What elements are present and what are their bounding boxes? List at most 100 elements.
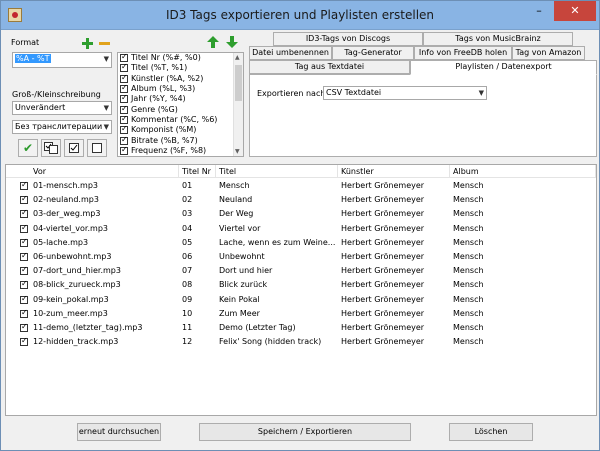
field-list-item[interactable]: Jahr (%Y, %4) (118, 93, 243, 104)
cell-album: Mensch (453, 266, 484, 276)
select-checked-button[interactable] (64, 139, 84, 157)
field-checkbox[interactable] (120, 73, 128, 83)
table-row[interactable]: 09-kein_pokal.mp3 09 Kein Pokal Herbert Grö… (6, 293, 596, 307)
field-checkbox[interactable] (120, 145, 128, 155)
row-checkbox[interactable] (20, 322, 28, 332)
field-checkbox[interactable] (120, 93, 128, 104)
row-checkbox[interactable] (20, 308, 28, 318)
table-row[interactable]: 10-zum_meer.mp3 10 Zum Meer Herbert Gröneme… (6, 307, 596, 321)
cell-album: Mensch (453, 237, 484, 247)
table-row[interactable]: 06-unbewohnt.mp3 06 Unbewohnt Herbert Gröne… (6, 250, 596, 264)
column-header-file[interactable]: Vor (6, 165, 179, 178)
field-list-item[interactable]: Bitrate (%B, %7) (118, 135, 243, 145)
row-checkbox[interactable] (20, 294, 28, 304)
table-row[interactable]: 02-neuland.mp3 02 Neuland Herbert Grönemeye… (6, 193, 596, 207)
add-format-button[interactable] (79, 35, 95, 51)
tab-discogs[interactable]: ID3-Tags von Discogs (273, 32, 423, 46)
table-row[interactable]: 08-blick_zurueck.mp3 08 Blick zurück Herber… (6, 278, 596, 292)
field-list-item[interactable]: Kommentar (%C, %6) (118, 114, 243, 125)
field-checkbox[interactable] (120, 114, 128, 124)
field-checklist[interactable]: Titel Nr (%#, %0)Titel (%T, %1)Künstler … (117, 52, 244, 157)
field-list-item[interactable]: Titel Nr (%#, %0) (118, 53, 243, 63)
table-row[interactable]: 01-mensch.mp3 01 Mensch Herbert Grönemeyer M… (6, 179, 596, 193)
tab-rename-file[interactable]: Datei umbenennen (249, 46, 332, 60)
table-row[interactable]: 05-lache.mp3 05 Lache, wenn es zum Weine..… (6, 236, 596, 250)
field-checkbox[interactable] (120, 104, 128, 114)
field-checkbox[interactable] (120, 124, 128, 135)
uncheck-all-button[interactable] (87, 139, 107, 157)
row-checkbox[interactable] (20, 336, 28, 347)
minimize-button[interactable]: – (526, 1, 552, 21)
table-row[interactable]: 11-demo_(letzter_tag).mp3 11 Demo (Letzter… (6, 321, 596, 335)
field-list-item[interactable]: Genre (%G) (118, 104, 243, 114)
field-list-scrollbar[interactable]: ▲ ▼ (233, 53, 243, 156)
column-header-track-nr[interactable]: Titel Nr (179, 165, 216, 178)
column-header-artist[interactable]: Künstler (338, 165, 450, 178)
export-format-value: CSV Textdatei (326, 88, 382, 97)
cell-file: 05-lache.mp3 (33, 237, 89, 247)
field-label: Titel (%T, %1) (131, 63, 188, 73)
move-up-button[interactable] (205, 34, 221, 50)
tab-text-file[interactable]: Tag aus Textdatei (249, 60, 410, 74)
table-row[interactable]: 07-dort_und_hier.mp3 07 Dort und hier Herbe… (6, 264, 596, 278)
field-list-item[interactable]: Komponist (%M) (118, 124, 243, 135)
tab-freedb[interactable]: Info von FreeDB holen (414, 46, 512, 60)
delete-button[interactable]: Löschen (449, 423, 533, 441)
field-checkbox[interactable] (120, 53, 128, 63)
scroll-thumb[interactable] (235, 65, 242, 101)
tab-musicbrainz[interactable]: Tags von MusicBrainz (423, 32, 573, 46)
case-select[interactable]: Unverändert ▼ (12, 101, 112, 115)
checkbox-checked-icon (69, 143, 79, 153)
table-row[interactable]: 04-viertel_vor.mp3 04 Viertel vor Herbert G… (6, 222, 596, 236)
row-checkbox[interactable] (20, 194, 28, 205)
cell-track-nr: 09 (182, 294, 193, 304)
invert-selection-button[interactable] (41, 139, 61, 157)
scroll-down-icon[interactable]: ▼ (235, 148, 240, 155)
field-list-item[interactable]: Künstler (%A, %2) (118, 73, 243, 84)
field-list-item[interactable]: Album (%L, %3) (118, 83, 243, 94)
field-label: Künstler (%A, %2) (131, 73, 204, 83)
column-header-title[interactable]: Titel (216, 165, 338, 178)
row-checkbox[interactable] (20, 265, 28, 276)
check-all-button[interactable]: ✔ (18, 139, 38, 157)
field-label: Kommentar (%C, %6) (131, 114, 218, 124)
arrow-up-icon (207, 36, 219, 48)
close-button[interactable]: ✕ (554, 1, 596, 21)
row-checkbox[interactable] (20, 251, 28, 261)
row-checkbox[interactable] (20, 180, 28, 190)
export-format-select[interactable]: CSV Textdatei ▼ (323, 86, 487, 100)
cell-album: Mensch (453, 252, 484, 261)
file-table[interactable]: Vor Titel Nr Titel Künstler Album 01-men… (5, 164, 597, 416)
tab-playlist-export[interactable]: Playlisten / Datenexport (410, 60, 597, 75)
save-export-button[interactable]: Speichern / Exportieren (199, 423, 411, 441)
row-checkbox[interactable] (20, 279, 28, 290)
cell-album: Mensch (453, 308, 484, 318)
scroll-up-icon[interactable]: ▲ (235, 54, 240, 61)
table-row[interactable]: 03-der_weg.mp3 03 Der Weg Herbert Grönemeye… (6, 207, 596, 221)
tab-tag-generator[interactable]: Tag-Generator (332, 46, 414, 60)
remove-format-button[interactable] (96, 35, 112, 51)
field-list-item[interactable]: Frequenz (%F, %8) (118, 145, 243, 156)
field-checkbox[interactable] (120, 83, 128, 94)
cell-track-nr: 07 (182, 266, 193, 276)
field-checkbox[interactable] (120, 62, 128, 73)
tab-amazon[interactable]: Tag von Amazon (512, 46, 585, 60)
move-down-button[interactable] (224, 34, 240, 50)
table-row[interactable]: 12-hidden_track.mp3 12 Felix' Song (hidden… (6, 335, 596, 349)
row-checkbox[interactable] (20, 208, 28, 219)
row-checkbox[interactable] (20, 237, 28, 247)
field-checkbox[interactable] (120, 135, 128, 145)
cell-track-nr: 12 (182, 337, 193, 347)
cell-file: 10-zum_meer.mp3 (33, 308, 108, 318)
format-select[interactable]: %A - %T ▼ (12, 52, 112, 68)
rescan-button[interactable]: erneut durchsuchen (77, 423, 161, 441)
cell-file: 09-kein_pokal.mp3 (33, 294, 109, 304)
field-list-item[interactable]: Dauer (%D, %9) (118, 155, 243, 156)
column-header-album[interactable]: Album (450, 165, 596, 178)
cell-artist: Herbert Grönemeyer (341, 266, 425, 276)
cell-file: 06-unbewohnt.mp3 (33, 252, 112, 261)
cell-title: Zum Meer (219, 308, 260, 318)
row-checkbox[interactable] (20, 223, 28, 233)
transliteration-select[interactable]: Без транслитерации ▼ (12, 120, 112, 134)
field-list-item[interactable]: Titel (%T, %1) (118, 62, 243, 73)
